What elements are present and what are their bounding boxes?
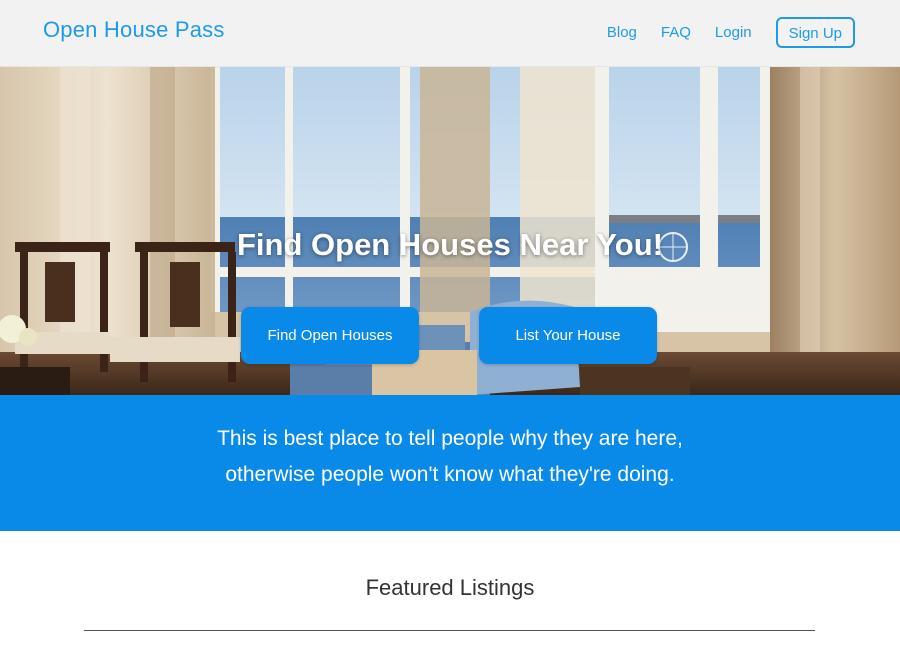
list-your-house-button[interactable]: List Your House — [479, 307, 657, 364]
top-navbar: Open House Pass Blog FAQ Login Sign Up — [0, 0, 900, 67]
hero-title: Find Open Houses Near You! — [236, 227, 664, 262]
hero-section: Find Open Houses Near You! Find Open Hou… — [0, 67, 900, 395]
banner-line-1: This is best place to tell people why th… — [217, 427, 683, 450]
intro-banner: This is best place to tell people why th… — [0, 395, 900, 531]
nav-link-faq[interactable]: FAQ — [661, 24, 691, 41]
sign-up-button[interactable]: Sign Up — [775, 17, 855, 48]
section-divider — [84, 630, 815, 631]
featured-listings-section: Featured Listings — [0, 531, 900, 650]
nav-links: Blog FAQ Login Sign Up — [607, 17, 855, 48]
banner-line-2: otherwise people won't know what they're… — [225, 463, 675, 486]
find-open-houses-button[interactable]: Find Open Houses — [241, 307, 419, 364]
nav-link-login[interactable]: Login — [715, 24, 752, 41]
nav-link-blog[interactable]: Blog — [607, 24, 637, 41]
brand-logo-link[interactable]: Open House Pass — [43, 17, 225, 43]
featured-listings-title: Featured Listings — [365, 575, 535, 600]
